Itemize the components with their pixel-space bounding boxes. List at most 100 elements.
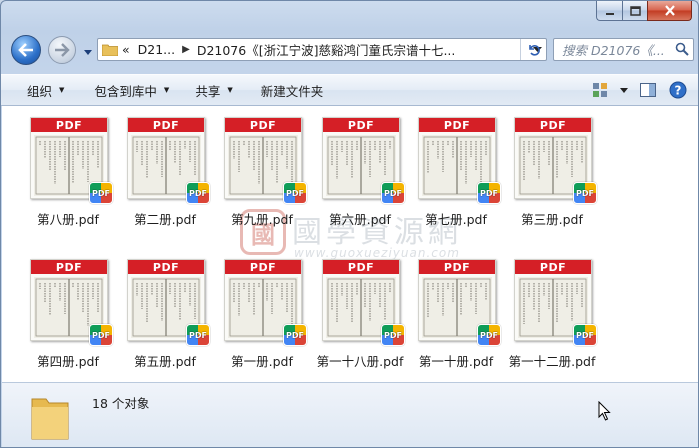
share-button[interactable]: 共享 ▼ [185,78,242,102]
file-item[interactable]: PDF PDF 第七册.pdf [408,114,504,244]
arrow-right-icon [55,43,70,57]
pdf-badge-text: PDF [480,330,498,340]
refresh-button[interactable] [520,39,546,60]
file-item[interactable]: PDF PDF 第四册.pdf [20,256,116,386]
breadcrumb-segment[interactable]: D21... [134,39,179,60]
pdf-badge-text: PDF [384,188,402,198]
file-item[interactable]: PDF PDF 第六册.pdf [312,114,408,244]
pdf-badge-text: PDF [384,330,402,340]
help-icon: ? [669,81,687,99]
forward-button[interactable] [48,36,76,64]
search-placeholder: 搜索 D21076《... [562,43,665,58]
close-button[interactable] [647,1,692,21]
pdf-badge-text: PDF [286,188,304,198]
file-item[interactable]: PDF PDF 第九册.pdf [214,114,310,244]
file-item[interactable]: PDF PDF 第一十八册.pdf [312,256,408,386]
maximize-icon [629,5,641,16]
folder-icon [102,44,118,56]
thumbnail-banner: PDF [31,118,107,132]
pdf-file-icon: PDF [477,324,501,346]
chevron-down-icon [84,50,92,55]
new-folder-button[interactable]: 新建文件夹 [251,78,334,102]
navigation-row: « D21... ▶ D21076《[浙江宁波]慈谿鸿门童氏宗谱十七... 搜索… [1,33,698,67]
include-in-library-label: 包含到库中 [94,83,157,99]
pdf-file-icon: PDF [283,182,307,204]
pdf-file-icon: PDF [573,182,597,204]
search-input[interactable]: 搜索 D21076《... [553,38,694,61]
view-controls: ? [588,79,690,101]
chevron-down-icon: ▼ [59,86,65,94]
minimize-icon [605,12,614,15]
thumbnail-banner: PDF [323,118,399,132]
file-item[interactable]: PDF PDF 第五册.pdf [117,256,213,386]
file-item[interactable]: PDF PDF 第一册.pdf [214,256,310,386]
mouse-cursor-icon [598,401,611,421]
pdf-badge-text: PDF [576,188,594,198]
caption-buttons [596,1,692,21]
folder-icon [31,398,69,440]
thumbnail-banner: PDF [225,118,301,132]
pdf-badge-text: PDF [92,188,110,198]
pdf-file-icon: PDF [283,324,307,346]
pdf-badge-text: PDF [189,188,207,198]
file-item[interactable]: PDF PDF 第二册.pdf [117,114,213,244]
pdf-file-icon: PDF [381,182,405,204]
new-folder-label: 新建文件夹 [260,83,324,99]
file-list[interactable]: 國 國學資源網 www.guoxueziyuan.com PDF PDF 第八册.p… [2,106,698,382]
file-item[interactable]: PDF PDF 第八册.pdf [20,114,116,244]
pdf-badge-text: PDF [576,330,594,340]
thumbnail-banner: PDF [225,260,301,274]
command-bar: 组织 ▼ 包含到库中 ▼ 共享 ▼ 新建文件夹 ? [1,74,698,106]
file-name[interactable]: 第三册.pdf [494,209,610,228]
organize-button[interactable]: 组织 ▼ [17,78,74,102]
thumbnail-banner: PDF [419,260,495,274]
minimize-button[interactable] [596,1,622,21]
thumbnail-banner: PDF [31,260,107,274]
details-pane: 18 个对象 [2,382,698,447]
address-overflow[interactable]: « [118,39,134,60]
thumbnail-banner: PDF [323,260,399,274]
pdf-file-icon: PDF [573,324,597,346]
explorer-window: « D21... ▶ D21076《[浙江宁波]慈谿鸿门童氏宗谱十七... 搜索… [0,0,699,448]
breadcrumb-separator-icon[interactable]: ▶ [179,44,193,55]
pdf-badge-text: PDF [480,188,498,198]
thumbnail-banner: PDF [515,260,591,274]
view-options-dropdown[interactable] [618,79,630,101]
view-grid-icon [593,83,607,97]
file-name[interactable]: 第一十二册.pdf [494,351,610,370]
breadcrumb-segment[interactable]: D21076《[浙江宁波]慈谿鸿门童氏宗谱十七... [193,39,460,60]
chevron-down-icon: ▼ [227,86,233,94]
file-item[interactable]: PDF PDF 第一十册.pdf [408,256,504,386]
item-count: 18 个对象 [92,396,150,411]
maximize-button[interactable] [622,1,647,21]
chevron-down-icon: ▼ [163,86,170,94]
close-icon [664,5,675,16]
pdf-file-icon: PDF [186,324,210,346]
pdf-file-icon: PDF [477,182,501,204]
preview-pane-button[interactable] [636,79,660,101]
file-item[interactable]: PDF PDF 第三册.pdf [504,114,600,244]
organize-label: 组织 [27,83,53,99]
search-icon[interactable] [675,42,689,56]
back-button[interactable] [11,35,41,65]
chevron-down-icon [620,87,628,93]
refresh-icon [528,44,540,56]
arrow-left-icon [18,43,33,57]
share-label: 共享 [195,83,221,99]
include-in-library-button[interactable]: 包含到库中 ▼ [84,78,179,102]
thumbnail-banner: PDF [515,118,591,132]
recent-pages-dropdown[interactable] [83,46,93,60]
thumbnail-banner: PDF [419,118,495,132]
pdf-badge-text: PDF [92,330,110,340]
pdf-file-icon: PDF [186,182,210,204]
file-item[interactable]: PDF PDF 第一十二册.pdf [504,256,600,386]
pdf-file-icon: PDF [89,324,113,346]
preview-pane-icon [640,83,656,97]
address-bar[interactable]: « D21... ▶ D21076《[浙江宁波]慈谿鸿门童氏宗谱十七... [97,38,547,61]
help-button[interactable]: ? [666,79,690,101]
pdf-file-icon: PDF [89,182,113,204]
pdf-badge-text: PDF [189,330,207,340]
thumbnail-banner: PDF [128,260,204,274]
svg-text:?: ? [675,84,682,98]
change-view-button[interactable] [588,79,612,101]
